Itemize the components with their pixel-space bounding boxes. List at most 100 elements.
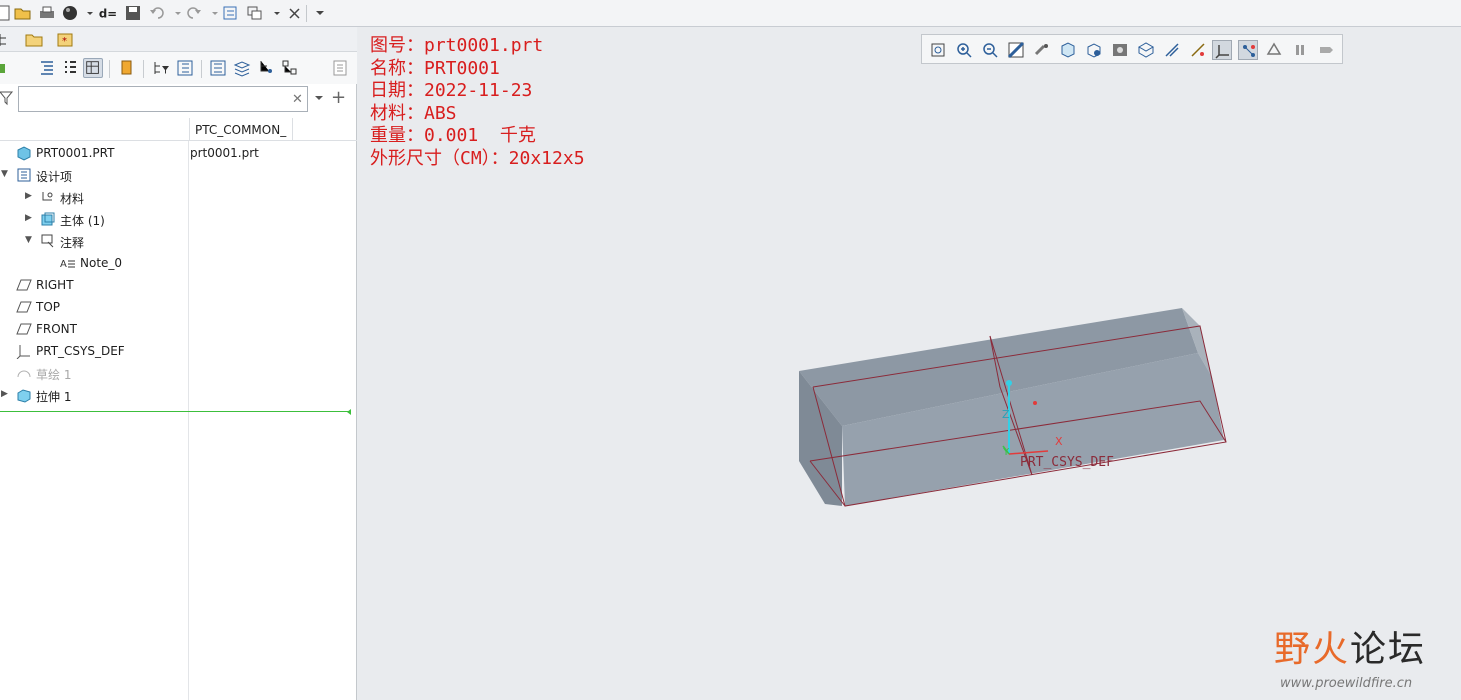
expand-icon[interactable]: ▶: [25, 213, 32, 223]
tree-item-label: Note_0: [80, 256, 123, 270]
clear-search-icon[interactable]: ✕: [292, 92, 303, 107]
sphere-icon[interactable]: [61, 4, 79, 22]
graphics-window[interactable]: Z X Y PRT_CSYS_DEF 图号：prt0001.prt 名称：PRT0…: [358, 27, 1461, 700]
datum-plane-icon: [16, 277, 32, 293]
show-icon[interactable]: [0, 58, 14, 78]
tree-column-header: PTC_COMMON_: [0, 118, 357, 141]
watermark-text: 野火论坛: [1274, 620, 1426, 672]
app-window: d= * ✕ + PTC_COMMON_ PRT0001.PRT prt0001…: [0, 0, 1461, 700]
saved-orientations-icon[interactable]: [1084, 40, 1104, 60]
animation-icon[interactable]: [1316, 40, 1336, 60]
tree-item-datum-plane[interactable]: FRONT: [0, 318, 357, 340]
pause-icon[interactable]: [1290, 40, 1310, 60]
layer-list-icon[interactable]: [60, 58, 80, 78]
tree-item-part[interactable]: PRT0001.PRT prt0001.prt: [0, 142, 357, 164]
svg-text:*: *: [62, 36, 67, 47]
chevron-down-icon[interactable]: [313, 90, 325, 110]
tree-toolbar: [0, 52, 357, 84]
csys-display-icon[interactable]: [1212, 40, 1232, 60]
chevron-down-icon[interactable]: [169, 4, 181, 22]
tree-item-sketch[interactable]: 草绘 1: [0, 362, 357, 384]
insert-here-marker[interactable]: [347, 409, 351, 415]
note-line: 日期：2022-11-23: [370, 80, 533, 101]
tree-item-label: 草绘 1: [36, 368, 72, 382]
design-items-icon: [16, 167, 32, 183]
svg-text:A: A: [60, 259, 67, 270]
more-icon[interactable]: [311, 4, 324, 22]
model-tree-panel: * ✕ + PTC_COMMON_ PRT0001.PRT prt0001.pr…: [0, 27, 357, 700]
tree-filter-icon[interactable]: [151, 58, 171, 78]
drawing-note[interactable]: 图号：prt0001.prt 名称：PRT0001 日期：2022-11-23 材料：…: [370, 35, 585, 170]
add-column-icon[interactable]: +: [331, 87, 346, 108]
material-icon: [40, 189, 56, 205]
favorites-tab[interactable]: *: [55, 30, 75, 49]
tree-search-input[interactable]: [18, 86, 308, 112]
zoom-in-icon[interactable]: [954, 40, 974, 60]
display-style-icon[interactable]: [1058, 40, 1078, 60]
structure-icon[interactable]: [280, 58, 300, 78]
tree-item-design-items[interactable]: ▼ 设计项: [0, 164, 357, 186]
filter-icon[interactable]: [0, 90, 14, 110]
tree-item-extrude[interactable]: ▶ 拉伸 1: [0, 384, 357, 406]
insert-here-line[interactable]: [0, 411, 350, 412]
close-window-icon[interactable]: [286, 4, 304, 22]
collapse-icon[interactable]: ▼: [25, 235, 32, 245]
csys-label: PRT_CSYS_DEF: [1020, 455, 1114, 470]
refit-icon[interactable]: [928, 40, 948, 60]
tree-item-label: FRONT: [36, 322, 77, 336]
watermark-url: www.proewildfire.cn: [1280, 676, 1413, 691]
chevron-down-icon[interactable]: [81, 4, 93, 22]
tree-item-annotation[interactable]: ▼ 注释: [0, 230, 357, 252]
csys-icon: [16, 343, 32, 360]
folder-tab[interactable]: [24, 30, 44, 49]
open-icon[interactable]: [14, 4, 32, 22]
annotation-display-icon[interactable]: [1188, 40, 1208, 60]
properties-icon[interactable]: [330, 58, 350, 78]
print-icon[interactable]: [38, 4, 56, 22]
point-display-icon[interactable]: [1238, 40, 1258, 60]
datum-display-icon[interactable]: [1162, 40, 1182, 60]
quick-access-toolbar: d=: [0, 0, 1461, 27]
repaint-icon[interactable]: [1006, 40, 1026, 60]
tree-item-label: 注释: [60, 236, 85, 250]
windows-icon[interactable]: [246, 4, 264, 22]
tree-list-icon[interactable]: [37, 58, 57, 78]
expand-icon[interactable]: ▶: [25, 191, 32, 201]
new-icon[interactable]: [0, 4, 14, 22]
undo-icon[interactable]: [148, 4, 166, 22]
hierarchy-icon[interactable]: [256, 58, 276, 78]
tree-item-datum-plane[interactable]: TOP: [0, 296, 357, 318]
model-tree-tab[interactable]: [0, 30, 14, 49]
save-icon[interactable]: [124, 4, 142, 22]
tree-item-label: PRT0001.PRT: [36, 146, 115, 160]
tree-item-body[interactable]: ▶ 主体 (1): [0, 208, 357, 230]
tree-item-label: 拉伸 1: [36, 390, 72, 404]
zoom-out-icon[interactable]: [980, 40, 1000, 60]
expand-icon[interactable]: ▶: [1, 389, 8, 399]
regenerate-icon[interactable]: [222, 4, 240, 22]
redo-icon[interactable]: [185, 4, 203, 22]
perspective-icon[interactable]: [1136, 40, 1156, 60]
chevron-down-icon[interactable]: [268, 4, 280, 22]
bookmark-icon[interactable]: [117, 58, 137, 78]
tree-item-material[interactable]: ▶ 材料: [0, 186, 357, 208]
tree-item-note[interactable]: A Note_0: [0, 252, 357, 274]
tree-item-datum-plane[interactable]: RIGHT: [0, 274, 357, 296]
tree-columns-icon[interactable]: [83, 58, 103, 78]
axis-y-label: Y: [1002, 447, 1010, 458]
detail-view-icon[interactable]: [208, 58, 228, 78]
d-equals-icon[interactable]: d=: [98, 4, 118, 22]
tree-item-label: 主体 (1): [60, 214, 105, 228]
tree-item-csys[interactable]: PRT_CSYS_DEF: [0, 340, 357, 362]
column-header-ptc-common[interactable]: PTC_COMMON_: [189, 118, 293, 141]
layers-icon[interactable]: [232, 58, 252, 78]
extrude-icon: [16, 387, 32, 403]
view-manager-icon[interactable]: [1110, 40, 1130, 60]
spin-center-icon[interactable]: [1032, 40, 1052, 60]
graphics-view-toolbar: [921, 34, 1343, 64]
axis-x-label: X: [1055, 435, 1063, 448]
tree-settings-icon[interactable]: [175, 58, 195, 78]
chevron-down-icon[interactable]: [206, 4, 218, 22]
collapse-icon[interactable]: ▼: [1, 169, 8, 179]
tags-icon[interactable]: [1264, 40, 1284, 60]
